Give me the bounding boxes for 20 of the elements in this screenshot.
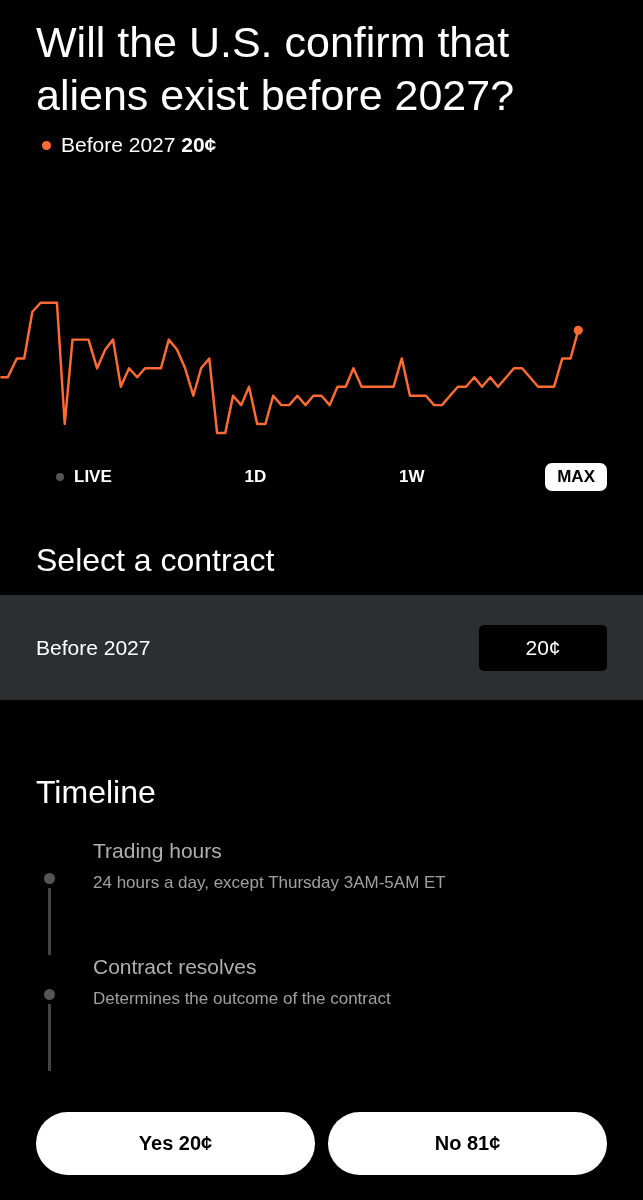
timeline-detail: 24 hours a day, except Thursday 3AM-5AM ET — [93, 873, 446, 893]
timeline-dot-icon — [43, 989, 55, 1000]
buy-button[interactable]: No 81¢ — [328, 1112, 607, 1175]
question-title: Will the U.S. confirm that aliens exist before 2027? — [35, 17, 516, 121]
range-tab[interactable]: 1W — [386, 463, 437, 491]
range-tab[interactable]: LIVE — [44, 463, 124, 491]
buy-button[interactable]: Yes 20¢ — [36, 1112, 315, 1175]
section-heading: Timeline — [35, 773, 157, 812]
timeline-title: Contract resolves — [93, 955, 258, 979]
range-tab[interactable]: 1D — [232, 463, 279, 491]
price-button[interactable]: 20¢ — [479, 624, 607, 671]
timeline-title: Trading hours — [93, 839, 223, 863]
range-tab[interactable]: MAX — [545, 463, 607, 491]
contract-row[interactable]: Before 2027 20¢ — [0, 595, 643, 700]
section-heading: Select a contract — [35, 541, 276, 580]
legend-label: Before 2027 20¢ — [61, 133, 217, 157]
timeline-dot-icon — [43, 873, 55, 884]
live-dot-icon — [56, 473, 64, 481]
contract-name: Before 2027 — [36, 635, 151, 660]
timeline-detail: Determines the outcome of the contract — [93, 989, 391, 1009]
